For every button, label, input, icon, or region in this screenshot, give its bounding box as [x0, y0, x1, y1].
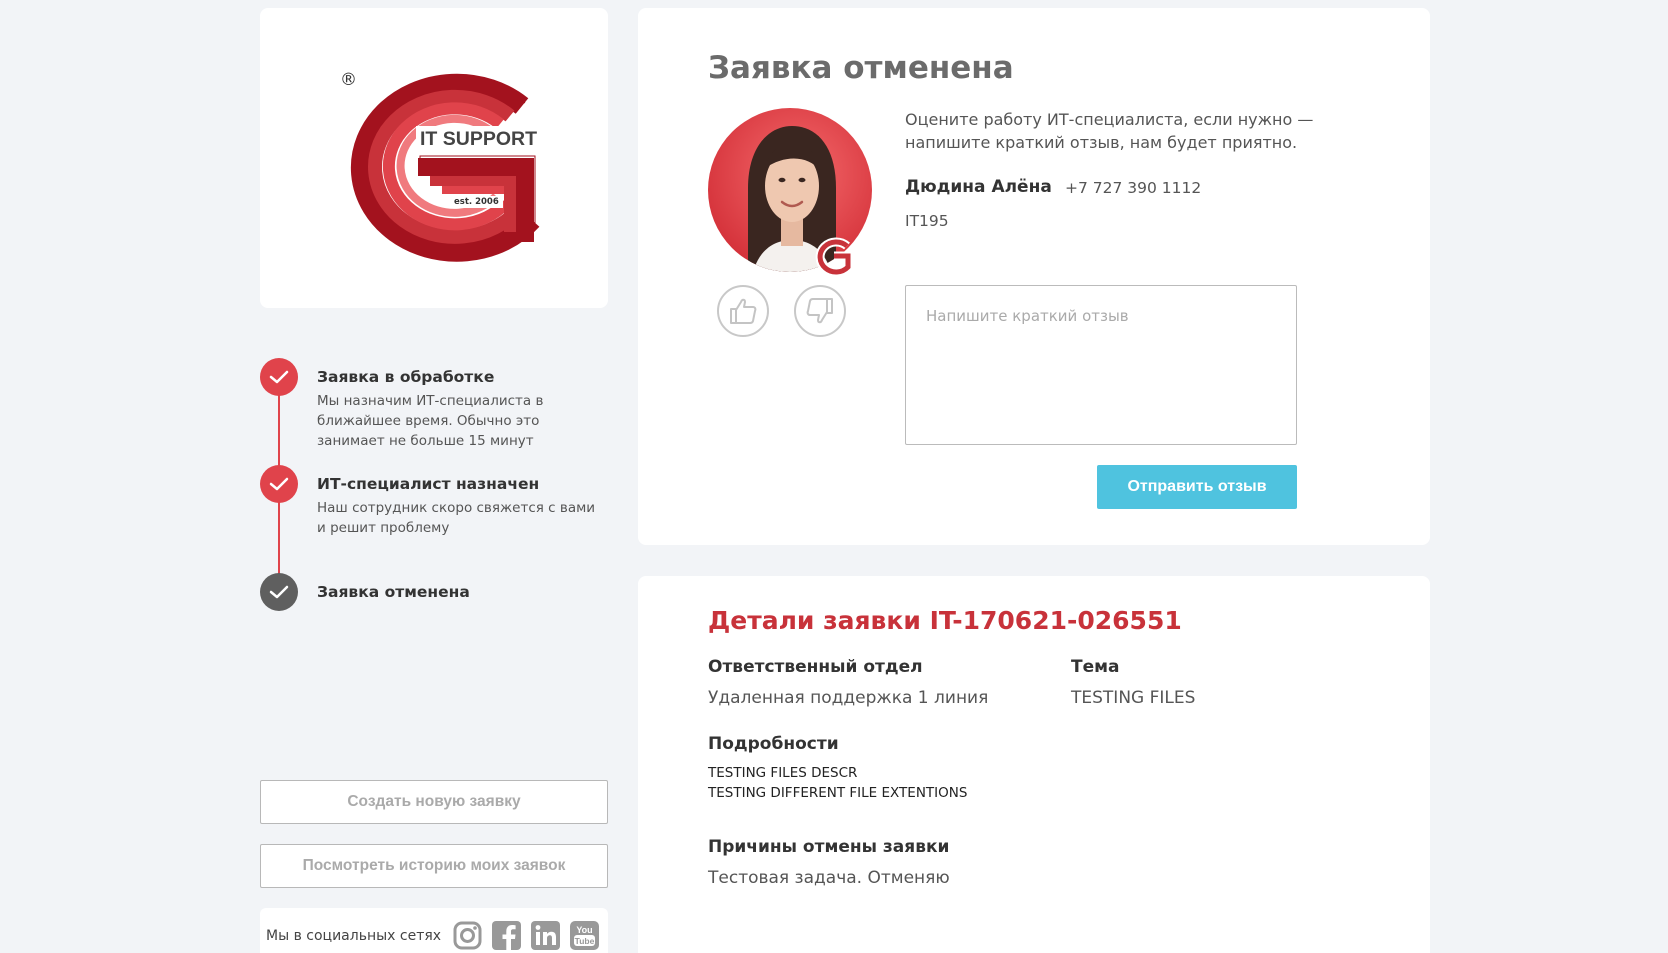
- social-label: Мы в социальных сетях: [266, 928, 442, 944]
- thumbs-up-button[interactable]: [717, 285, 769, 337]
- logo-text: IT SUPPORT: [416, 126, 542, 153]
- timeline-step-title: Заявка отменена: [317, 583, 470, 601]
- topic-value: TESTING FILES: [1071, 688, 1196, 708]
- history-button[interactable]: Посмотреть историю моих заявок: [260, 844, 608, 888]
- specialist-name: Дюдина Алёна: [905, 177, 1052, 197]
- specialist-code: IT195: [905, 212, 949, 230]
- status-card: Заявка отменена Оцените работу ИТ-специа…: [638, 8, 1430, 545]
- topic-label: Тема: [1071, 657, 1120, 677]
- department-value: Удаленная поддержка 1 линия: [708, 688, 989, 708]
- facebook-icon[interactable]: [491, 920, 522, 951]
- check-icon: [260, 358, 298, 396]
- check-icon: [260, 465, 298, 503]
- cancel-reason-label: Причины отмены заявки: [708, 837, 950, 857]
- details-title: Детали заявки IT-170621-026551: [708, 606, 1182, 635]
- send-feedback-button[interactable]: Отправить отзыв: [1097, 465, 1297, 509]
- registered-mark: ®: [340, 70, 357, 90]
- timeline-step-title: Заявка в обработке: [317, 368, 495, 386]
- status-timeline: Заявка в обработке Мы назначим ИТ-специа…: [260, 358, 608, 618]
- thumbs-down-icon: [806, 298, 833, 324]
- instagram-icon[interactable]: [452, 920, 483, 951]
- timeline-step-desc: Мы назначим ИТ-специалиста в ближайшее в…: [317, 393, 544, 449]
- svg-text:You: You: [576, 925, 592, 935]
- youtube-icon[interactable]: You Tube: [569, 920, 600, 951]
- thumbs-down-button[interactable]: [794, 285, 846, 337]
- details-card: Детали заявки IT-170621-026551 Ответстве…: [638, 576, 1430, 953]
- details-label: Подробности: [708, 734, 839, 754]
- linkedin-icon[interactable]: [530, 920, 561, 951]
- timeline-step-title: ИТ-специалист назначен: [317, 475, 540, 493]
- details-text: TESTING FILES DESCR TESTING DIFFERENT FI…: [708, 763, 967, 803]
- social-card: Мы в социальных сетях You Tube: [260, 908, 608, 953]
- cancel-reason-value: Тестовая задача. Отменяю: [708, 868, 950, 888]
- logo-est: est. 2006: [450, 196, 503, 208]
- svg-text:Tube: Tube: [575, 936, 595, 946]
- check-icon: [260, 573, 298, 611]
- department-label: Ответственный отдел: [708, 657, 923, 677]
- feedback-input[interactable]: [905, 285, 1297, 445]
- details-line: TESTING FILES DESCR: [708, 765, 858, 781]
- details-line: TESTING DIFFERENT FILE EXTENTIONS: [708, 785, 968, 801]
- thumbs-up-icon: [730, 298, 757, 324]
- logo-card: IT SUPPORT est. 2006 ®: [260, 8, 608, 308]
- new-request-button[interactable]: Создать новую заявку: [260, 780, 608, 824]
- specialist-phone[interactable]: +7 727 390 1112: [1065, 179, 1201, 197]
- rate-prompt: Оцените работу ИТ-специалиста, если нужн…: [905, 110, 1314, 152]
- company-badge-icon: [812, 234, 856, 278]
- company-logo: [350, 73, 540, 262]
- timeline-step-desc: Наш сотрудник скоро свяжется с вами и ре…: [317, 500, 596, 536]
- status-title: Заявка отменена: [708, 50, 1014, 86]
